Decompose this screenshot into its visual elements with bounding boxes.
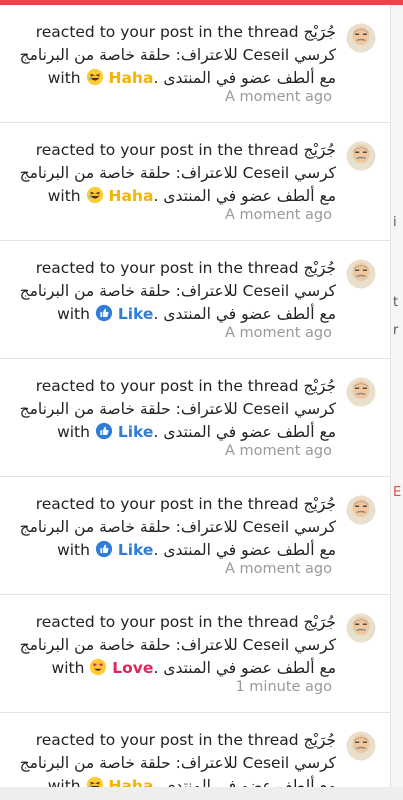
period-text: . <box>153 541 159 559</box>
period-text: . <box>153 69 159 87</box>
love-heart-eyes-icon <box>89 658 107 677</box>
thread-title-part: كرسي <box>294 164 336 182</box>
thread-title-part: Ceseil <box>242 400 290 418</box>
user-avatar[interactable] <box>346 23 376 53</box>
action-text: reacted to your post in the thread <box>35 23 299 41</box>
thread-title-part: Ceseil <box>242 282 290 300</box>
action-text: reacted to your post in the thread <box>35 495 299 513</box>
with-text: with <box>57 423 90 441</box>
thread-title-part: كرسي <box>294 46 336 64</box>
reaction-phrase: with Like. <box>57 422 159 441</box>
period-text: . <box>153 305 159 323</box>
with-text: with <box>47 777 81 787</box>
username-link[interactable]: جُرَيْج <box>304 495 336 513</box>
page-edge-glyph: r <box>393 323 399 338</box>
like-thumb-icon <box>95 422 113 441</box>
background-page-edge: i t r E <box>391 5 403 787</box>
period-text: . <box>153 659 159 677</box>
thread-title-part: كرسي <box>294 636 336 654</box>
thread-title-part: Ceseil <box>242 754 290 772</box>
notification-item[interactable]: جُرَيْج reacted to your post in the thre… <box>0 241 390 359</box>
thread-title-part: Ceseil <box>242 636 290 654</box>
user-avatar[interactable] <box>346 377 376 407</box>
thread-title-part: Ceseil <box>242 518 290 536</box>
user-avatar[interactable] <box>346 259 376 289</box>
timestamp: A moment ago <box>224 443 332 459</box>
page-edge-glyph: i <box>393 215 397 230</box>
like-thumb-icon <box>95 540 113 559</box>
page-edge-glyph: E <box>393 485 402 500</box>
thread-title-part: كرسي <box>294 400 336 418</box>
notification-list: جُرَيْج reacted to your post in the thre… <box>0 5 390 787</box>
username-link[interactable]: جُرَيْج <box>304 141 336 159</box>
notification-text[interactable]: جُرَيْج reacted to your post in the thre… <box>16 139 336 208</box>
notification-item[interactable]: جُرَيْج reacted to your post in the thre… <box>0 123 390 241</box>
notification-text[interactable]: جُرَيْج reacted to your post in the thre… <box>16 493 336 562</box>
action-text: reacted to your post in the thread <box>35 731 299 749</box>
user-avatar[interactable] <box>346 141 376 171</box>
reaction-phrase: with Like. <box>57 304 159 323</box>
username-link[interactable]: جُرَيْج <box>304 259 336 277</box>
notification-item[interactable]: جُرَيْج reacted to your post in the thre… <box>0 477 390 595</box>
notification-text[interactable]: جُرَيْج reacted to your post in the thre… <box>16 257 336 326</box>
period-text: . <box>153 187 159 205</box>
timestamp: A moment ago <box>224 325 332 341</box>
action-text: reacted to your post in the thread <box>35 613 299 631</box>
username-link[interactable]: جُرَيْج <box>304 23 336 41</box>
username-link[interactable]: جُرَيْج <box>304 731 336 749</box>
reaction-label: Haha <box>108 69 154 87</box>
period-text: . <box>153 777 159 787</box>
with-text: with <box>57 541 90 559</box>
with-text: with <box>51 659 85 677</box>
timestamp: A moment ago <box>224 561 332 577</box>
notification-item[interactable]: جُرَيْج reacted to your post in the thre… <box>0 5 390 123</box>
with-text: with <box>47 69 81 87</box>
reaction-label: Like <box>117 305 154 323</box>
username-link[interactable]: جُرَيْج <box>304 377 336 395</box>
haha-emoji-icon <box>86 68 104 87</box>
notification-item[interactable]: جُرَيْج reacted to your post in the thre… <box>0 359 390 477</box>
notification-item[interactable]: جُرَيْج reacted to your post in the thre… <box>0 595 390 713</box>
reaction-label: Like <box>117 541 154 559</box>
notification-text[interactable]: جُرَيْج reacted to your post in the thre… <box>16 375 336 444</box>
reaction-label: Haha <box>108 187 154 205</box>
reaction-phrase: with Like. <box>57 540 159 559</box>
thread-title-part: كرسي <box>294 282 336 300</box>
period-text: . <box>153 423 159 441</box>
user-avatar[interactable] <box>346 613 376 643</box>
thread-title-part: كرسي <box>294 518 336 536</box>
haha-emoji-icon <box>86 776 104 787</box>
user-avatar[interactable] <box>346 495 376 525</box>
reaction-phrase: with Haha. <box>47 776 159 787</box>
page-edge-glyph: t <box>393 295 399 310</box>
notification-text[interactable]: جُرَيْج reacted to your post in the thre… <box>16 611 336 680</box>
user-avatar[interactable] <box>346 731 376 761</box>
reaction-label: Haha <box>108 777 154 787</box>
bottom-scroll-bar <box>0 787 403 800</box>
haha-emoji-icon <box>86 186 104 205</box>
username-link[interactable]: جُرَيْج <box>304 613 336 631</box>
action-text: reacted to your post in the thread <box>35 377 299 395</box>
reaction-label: Like <box>117 423 154 441</box>
thread-title-part: كرسي <box>294 754 336 772</box>
notification-item[interactable]: جُرَيْج reacted to your post in the thre… <box>0 713 390 787</box>
action-text: reacted to your post in the thread <box>35 259 299 277</box>
with-text: with <box>47 187 81 205</box>
thread-title-part: Ceseil <box>242 164 290 182</box>
thread-title-part: Ceseil <box>242 46 290 64</box>
reaction-phrase: with Haha. <box>47 68 159 87</box>
notifications-panel: جُرَيْج reacted to your post in the thre… <box>0 5 391 787</box>
timestamp: A moment ago <box>224 207 332 223</box>
reaction-phrase: with Love. <box>51 658 159 677</box>
notification-text[interactable]: جُرَيْج reacted to your post in the thre… <box>16 21 336 90</box>
with-text: with <box>57 305 90 323</box>
timestamp: 1 minute ago <box>235 679 332 695</box>
timestamp: A moment ago <box>224 89 332 105</box>
action-text: reacted to your post in the thread <box>35 141 299 159</box>
like-thumb-icon <box>95 304 113 323</box>
notification-text[interactable]: جُرَيْج reacted to your post in the thre… <box>16 729 336 787</box>
reaction-label: Love <box>112 659 154 677</box>
reaction-phrase: with Haha. <box>47 186 159 205</box>
